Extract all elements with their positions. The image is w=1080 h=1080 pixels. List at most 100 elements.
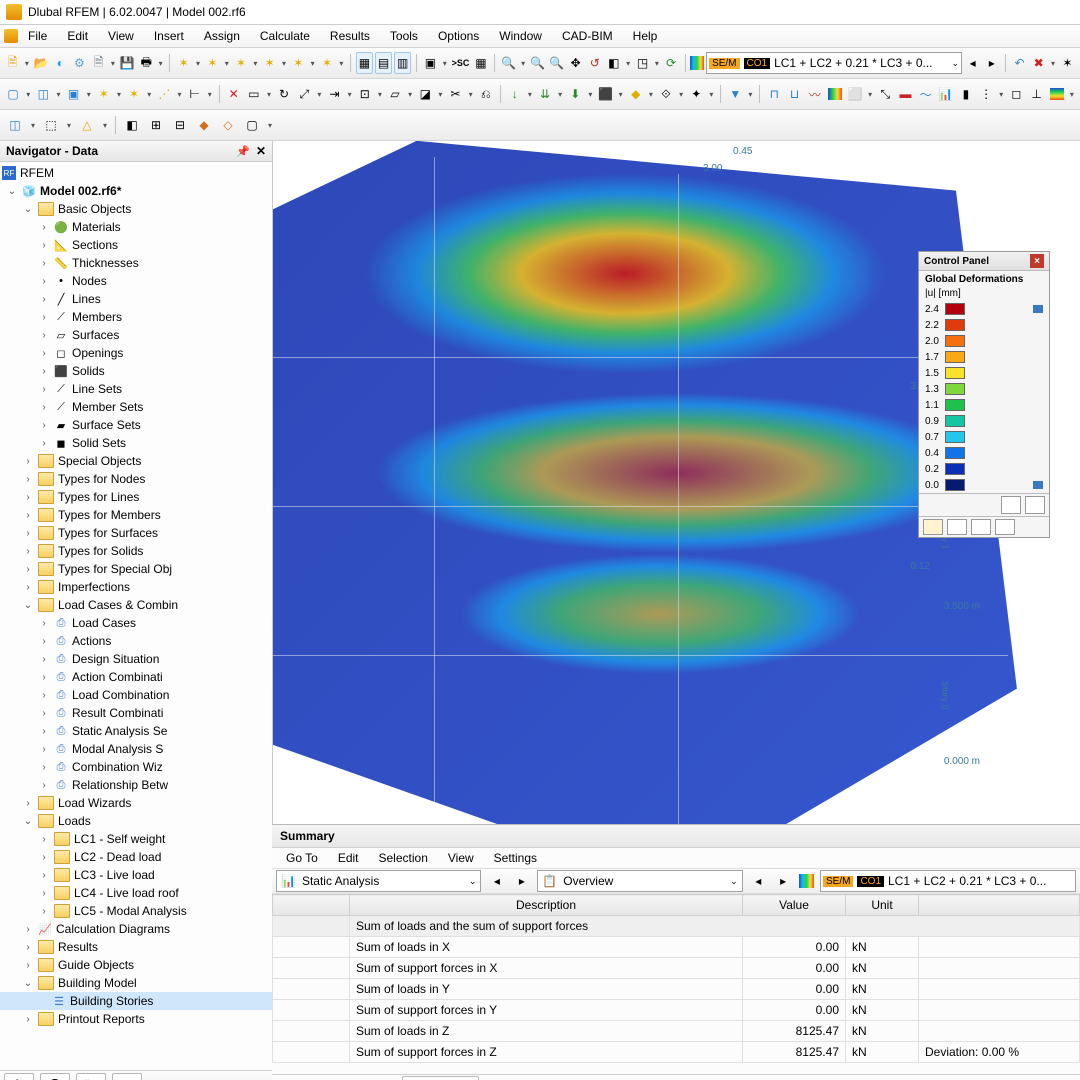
menu-options[interactable]: Options — [428, 27, 489, 45]
tree-folder[interactable]: ›Special Objects — [0, 452, 272, 470]
cp-btn-2[interactable] — [1025, 496, 1045, 514]
r2d-dd[interactable]: ▾ — [115, 84, 123, 104]
sum-nav-prev[interactable]: ◂ — [487, 870, 506, 892]
scale-disp-icon[interactable]: ⤡ — [876, 83, 894, 105]
display-dd[interactable]: ▾ — [441, 53, 449, 73]
r2c-dd[interactable]: ▾ — [85, 84, 93, 104]
summary-menu-edit[interactable]: Edit — [328, 849, 369, 867]
sum-nav-next[interactable]: ▸ — [512, 870, 531, 892]
menu-tools[interactable]: Tools — [380, 27, 428, 45]
tree-folder[interactable]: ›Types for Members — [0, 506, 272, 524]
table-icon[interactable]: ▦ — [472, 52, 489, 74]
scale-handle[interactable] — [1033, 481, 1043, 489]
line-dd[interactable]: ▾ — [223, 53, 231, 73]
sum-nav2-prev[interactable]: ◂ — [749, 870, 768, 892]
r3-c[interactable]: △ — [76, 114, 98, 136]
nav-mode-data-icon[interactable]: ✎ — [4, 1073, 34, 1080]
dim-icon[interactable]: ⊢ — [186, 83, 204, 105]
bool-dd[interactable]: ▾ — [436, 84, 444, 104]
contour-icon[interactable] — [826, 83, 844, 105]
member-icon[interactable]: ✶ — [232, 52, 249, 74]
node-icon[interactable]: ✶ — [175, 52, 192, 74]
new-dd[interactable]: ▾ — [23, 53, 31, 73]
r2-f[interactable]: ⋰ — [155, 83, 173, 105]
new-file-icon[interactable]: 🗎 — [4, 52, 21, 74]
r3-d[interactable]: ◧ — [121, 114, 143, 136]
tree-item[interactable]: ›LC2 - Dead load — [0, 848, 272, 866]
tree-load-wizards[interactable]: Load Wizards — [58, 796, 131, 810]
zoom-dd[interactable]: ▾ — [519, 53, 527, 73]
dots-icon[interactable]: ⋮ — [977, 83, 995, 105]
tree-item[interactable]: ›⎙Modal Analysis S — [0, 740, 272, 758]
tree-item[interactable]: ›⟋Line Sets — [0, 380, 272, 398]
scale-icon[interactable]: ⤢ — [295, 83, 313, 105]
tree-item[interactable]: ›◼Solid Sets — [0, 434, 272, 452]
tree-item[interactable]: ›⎙Combination Wiz — [0, 758, 272, 776]
r3-b[interactable]: ⬚ — [40, 114, 62, 136]
tree-item[interactable]: ›LC1 - Self weight — [0, 830, 272, 848]
tree-item[interactable]: ›📏Thicknesses — [0, 254, 272, 272]
tree-item[interactable]: ›⟋Members — [0, 308, 272, 326]
tree-item[interactable]: ›⎙Load Cases — [0, 614, 272, 632]
navigator-tree[interactable]: RFRFEM ⌄🧊Model 002.rf6* ⌄Basic Objects ›… — [0, 162, 272, 1070]
r3a-dd[interactable]: ▾ — [28, 115, 38, 135]
r2b-dd[interactable]: ▾ — [54, 84, 62, 104]
scale-handle[interactable] — [1033, 305, 1043, 313]
divide-dd[interactable]: ▾ — [376, 84, 384, 104]
col-unit[interactable]: Unit — [846, 895, 919, 916]
menu-cad-bim[interactable]: CAD-BIM — [552, 27, 623, 45]
tree-item[interactable]: ›LC5 - Modal Analysis — [0, 902, 272, 920]
r3-h[interactable]: ◇ — [217, 114, 239, 136]
tree-item[interactable]: ›LC3 - Live load — [0, 866, 272, 884]
tree-item[interactable]: ›⎙Design Situation — [0, 650, 272, 668]
scale-dd[interactable]: ▾ — [315, 84, 323, 104]
tree-folder[interactable]: ›Guide Objects — [0, 956, 272, 974]
pin-icon[interactable]: 📌 — [236, 145, 250, 158]
rotate-icon[interactable]: ↺ — [586, 52, 603, 74]
stretch-dd[interactable]: ▾ — [346, 84, 354, 104]
cube-icon[interactable]: ⬜ — [846, 83, 864, 105]
menu-window[interactable]: Window — [489, 27, 552, 45]
table-row[interactable]: Sum of support forces in Y0.00kN — [273, 1000, 1080, 1021]
save-multi-icon[interactable]: 🗎 — [90, 52, 107, 74]
delete-icon[interactable]: ✖ — [1030, 52, 1047, 74]
col-description[interactable]: Description — [350, 895, 743, 916]
view-dd[interactable]: ▾ — [624, 53, 632, 73]
col-value[interactable]: Value — [743, 895, 846, 916]
filter-dd[interactable]: ▾ — [746, 84, 754, 104]
summary-menu-settings[interactable]: Settings — [484, 849, 547, 867]
opening-icon[interactable]: ✶ — [290, 52, 307, 74]
bool-icon[interactable]: ◪ — [416, 83, 434, 105]
zoom-prev-icon[interactable]: 🔍 — [548, 52, 565, 74]
extr-dd[interactable]: ▾ — [406, 84, 414, 104]
opening-dd[interactable]: ▾ — [309, 53, 317, 73]
r3-a[interactable]: ◫ — [4, 114, 26, 136]
cp-tab-3[interactable] — [971, 519, 991, 535]
res1-icon[interactable]: ⊓ — [765, 83, 783, 105]
pan-icon[interactable]: ✥ — [567, 52, 584, 74]
tree-item[interactable]: ›▰Surface Sets — [0, 416, 272, 434]
save-dd[interactable]: ▾ — [109, 53, 117, 73]
tree-item[interactable]: ›⎙Static Analysis Se — [0, 722, 272, 740]
bars-icon[interactable]: ▮ — [957, 83, 975, 105]
menu-insert[interactable]: Insert — [144, 27, 194, 45]
tree-item[interactable]: ›•Nodes — [0, 272, 272, 290]
extrude-icon[interactable]: ▱ — [386, 83, 404, 105]
sum-nav2-next[interactable]: ▸ — [774, 870, 793, 892]
tree-root[interactable]: RFEM — [20, 166, 54, 180]
square-icon[interactable]: ◻ — [1007, 83, 1025, 105]
refresh-icon[interactable]: ⟳ — [663, 52, 680, 74]
mirror-dd[interactable]: ▾ — [265, 84, 273, 104]
cp-tab-1[interactable] — [923, 519, 943, 535]
nav-prev-icon[interactable]: ◂ — [964, 52, 981, 74]
tree-folder[interactable]: ›Types for Nodes — [0, 470, 272, 488]
nav-mode-results-icon[interactable]: 〰 — [112, 1073, 142, 1080]
table-row[interactable]: Sum of support forces in Z8125.47kNDevia… — [273, 1042, 1080, 1063]
menu-edit[interactable]: Edit — [57, 27, 98, 45]
cp-btn-1[interactable] — [1001, 496, 1021, 514]
solid-icon[interactable]: ✶ — [318, 52, 335, 74]
summary-tab[interactable]: Summary — [402, 1076, 479, 1080]
tree-item[interactable]: ›⟋Member Sets — [0, 398, 272, 416]
sc-label[interactable]: >SC — [451, 52, 471, 74]
del-dd[interactable]: ▾ — [1049, 53, 1057, 73]
